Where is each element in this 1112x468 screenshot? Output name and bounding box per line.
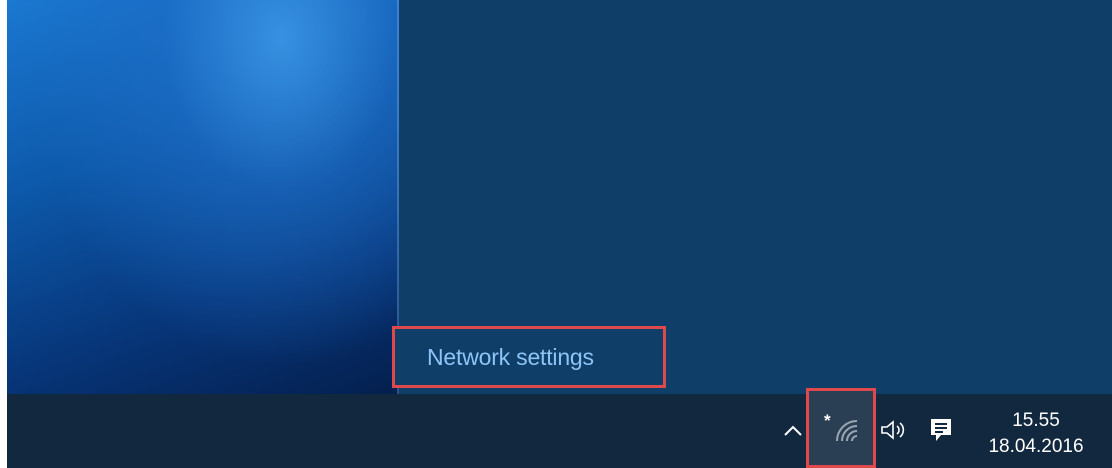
volume-button[interactable] [873, 412, 913, 452]
clock-button[interactable]: 15.55 18.04.2016 [977, 408, 1095, 460]
network-settings-label: Network settings [427, 343, 594, 370]
desktop-wallpaper [7, 0, 399, 394]
network-tray-button[interactable]: * [806, 388, 876, 468]
action-center-icon [929, 417, 953, 448]
volume-icon [878, 418, 908, 447]
chevron-up-icon [783, 423, 803, 441]
show-hidden-icons-button[interactable] [778, 412, 808, 452]
action-center-button[interactable] [923, 412, 959, 452]
taskbar: * 15.55 18.04.2016 [7, 388, 1112, 468]
wifi-icon [833, 417, 861, 450]
network-settings-link[interactable]: Network settings [392, 326, 666, 388]
clock-time: 15.55 [1012, 410, 1060, 431]
clock-date: 18.04.2016 [988, 436, 1084, 457]
no-connection-star-icon: * [824, 411, 831, 430]
